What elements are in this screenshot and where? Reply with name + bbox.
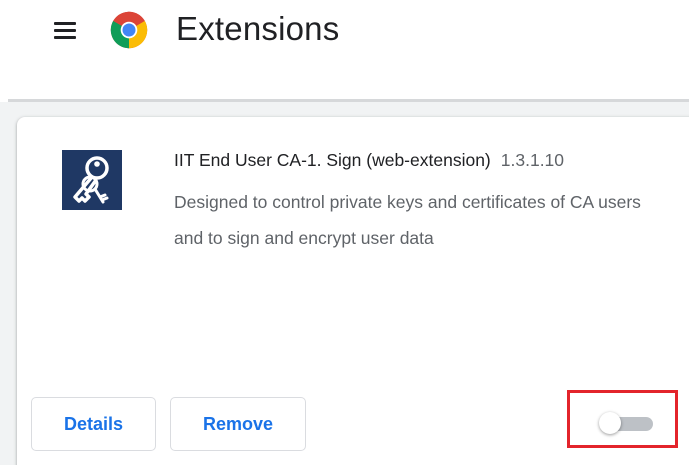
page-header: Extensions [0,0,689,105]
extensions-page: Extensions IIT End User CA-1. Sign (web-… [0,0,689,465]
extension-card: IIT End User CA-1. Sign (web-extension) 1… [17,117,689,465]
page-title: Extensions [176,10,340,47]
toggle-knob [599,412,621,434]
hamburger-menu-icon[interactable] [52,18,78,44]
extension-title-row: IIT End User CA-1. Sign (web-extension) 1… [174,148,564,172]
keys-icon [62,150,122,210]
chrome-logo-icon [110,11,148,49]
extension-version: 1.3.1.10 [500,150,565,170]
details-button[interactable]: Details [31,397,156,451]
remove-button[interactable]: Remove [170,397,306,451]
content-area: IIT End User CA-1. Sign (web-extension) 1… [0,102,689,465]
extension-description: Designed to control private keys and cer… [174,192,641,248]
extension-enable-toggle[interactable] [599,412,655,434]
extension-name: IIT End User CA-1. Sign (web-extension) [174,150,491,170]
